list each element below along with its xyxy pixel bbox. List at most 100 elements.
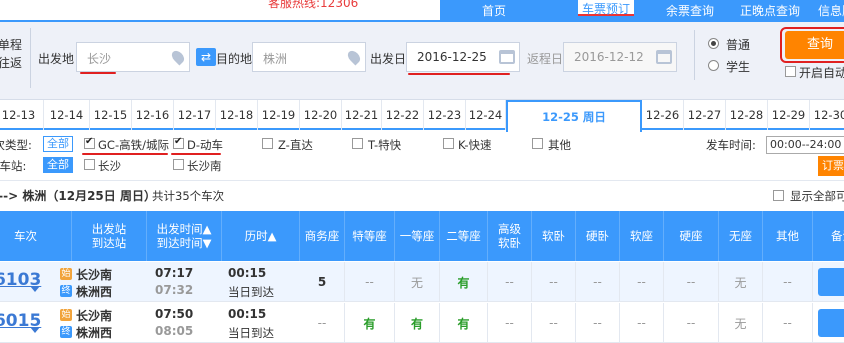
calendar-icon[interactable] [656,50,672,64]
seat-hard-seat: -- [664,303,719,343]
col-time[interactable]: 出发时间▲ 到达时间▼ [147,211,222,261]
from-station[interactable]: 长沙南 [76,307,112,324]
col-hard-sleeper: 硬卧 [576,211,620,261]
date-tab[interactable]: 12-29 [768,100,810,130]
date-tab[interactable]: 12-20 [300,100,342,130]
table-header: 车次 出发站 到达站 出发时间▲ 到达时间▼ 历时▲ 商务座 特等座 一等座 二… [0,211,844,261]
type-all-tag[interactable]: 全部 [43,136,73,152]
date-tab[interactable]: 12-21 [342,100,382,130]
date-tab[interactable]: 12-19 [258,100,300,130]
station-all-tag[interactable]: 全部 [43,157,73,173]
z-checkbox[interactable] [262,138,273,149]
to-station[interactable]: 株洲西 [76,283,112,300]
book-button[interactable] [818,268,844,296]
seat-premium: 有 [345,303,395,343]
k-checkbox[interactable] [443,138,454,149]
date-tab[interactable]: 12-17 [174,100,216,130]
calendar-icon[interactable] [499,50,515,64]
ticket-normal-radio[interactable] [708,38,719,49]
seat-hard-seat: -- [664,262,719,302]
expand-stops-icon[interactable] [30,286,40,292]
return-date-field[interactable]: 2016-12-12 [563,42,677,72]
t-checkbox[interactable] [352,138,363,149]
k-label: K-快速 [458,138,492,152]
col-duration[interactable]: 历时▲ [222,211,300,261]
date-tab[interactable]: 12-16 [132,100,174,130]
col-other: 其他 [763,211,813,261]
date-label: 出发日 [370,52,407,66]
date-tab[interactable]: 12-30 [810,100,844,130]
date-tab[interactable]: 12-24 [466,100,506,130]
seat-soft-sleeper: -- [532,303,576,343]
date-tab[interactable]: 12-15 [90,100,132,130]
date-tab[interactable]: 12-18 [216,100,258,130]
date-tab[interactable]: 12-23 [424,100,466,130]
duration: 00:15 [228,266,267,280]
ticket-student-radio[interactable] [708,60,719,71]
nav-remaining-tickets[interactable]: 余票查询 [666,2,714,19]
seat-second: 有 [440,303,488,343]
depart-time: 07:50 [155,307,194,321]
gc-checkbox[interactable] [84,136,95,149]
seat-business: 5 [300,262,345,302]
book-button[interactable] [818,309,844,337]
depart-time-label: 发车时间: [706,138,756,152]
to-station[interactable]: 株洲西 [76,324,112,341]
duration: 00:15 [228,307,267,321]
show-all-checkbox[interactable] [773,190,784,201]
trip-oneway[interactable]: 单程 [0,36,22,54]
station-changshanan-checkbox[interactable] [173,159,184,170]
col-soft-sleeper: 软卧 [532,211,576,261]
end-station-icon: 终 [60,285,72,297]
seat-no-seat: 无 [719,262,763,302]
seat-hard-sleeper: -- [576,303,620,343]
date-tab[interactable]: 12-26 [642,100,684,130]
nav-home[interactable]: 首页 [482,2,506,19]
expand-stops-icon[interactable] [30,327,40,333]
nav-delay-query[interactable]: 正晚点查询 [740,2,800,19]
col-soft-seat: 软座 [620,211,664,261]
other-checkbox[interactable] [532,138,543,149]
depart-time-select[interactable]: 00:00--24:00 [766,136,844,154]
seat-second: 有 [440,262,488,302]
d-label: D-动车 [187,138,224,152]
date-tab[interactable]: 12-22 [382,100,424,130]
arrive-time: 07:32 [155,283,194,297]
nav-ticket-booking[interactable]: 车票预订 [578,0,635,16]
start-station-icon: 始 [60,309,72,321]
book-button[interactable]: 订票 [818,156,844,176]
auto-query-checkbox[interactable] [785,66,796,77]
date-field[interactable]: 2016-12-25 [406,42,520,72]
col-first: 一等座 [395,211,440,261]
seat-adv-soft-sleeper: -- [488,303,532,343]
annotation-underline [82,153,168,155]
col-hard-seat: 硬座 [664,211,719,261]
station-changsha-label: 长沙 [98,159,121,173]
d-checkbox[interactable] [173,136,184,149]
seat-soft-seat: -- [620,262,664,302]
col-second: 二等座 [440,211,488,261]
date-tab[interactable]: 12-27 [684,100,726,130]
seat-first: 有 [395,303,440,343]
trip-roundtrip[interactable]: 往返 [0,54,22,72]
swap-icon[interactable]: ⇄ [196,48,216,66]
ticket-student-label: 学生 [726,60,751,74]
hotline: 客服热线:12306 [268,0,359,10]
seat-other: -- [763,303,813,343]
date-tab-active[interactable]: 12-25 周日 [506,100,642,132]
col-business: 商务座 [300,211,345,261]
divider [694,30,695,80]
nav-info-service[interactable]: 信息服务 [818,2,844,19]
train-count: 共计35个车次 [152,189,225,203]
annotation-underline [408,73,510,75]
station-changsha-checkbox[interactable] [84,159,95,170]
date-tab[interactable]: 12-28 [726,100,768,130]
from-field[interactable]: 长沙 [76,42,190,72]
to-field[interactable]: 株洲 [252,42,366,72]
from-station[interactable]: 长沙南 [76,266,112,283]
date-tab[interactable]: 12-14 [44,100,90,130]
to-value: 株洲 [263,52,288,66]
annotation-underline [171,153,221,155]
col-train[interactable]: 车次 [0,211,72,261]
date-tab[interactable]: 12-13 [0,100,44,130]
